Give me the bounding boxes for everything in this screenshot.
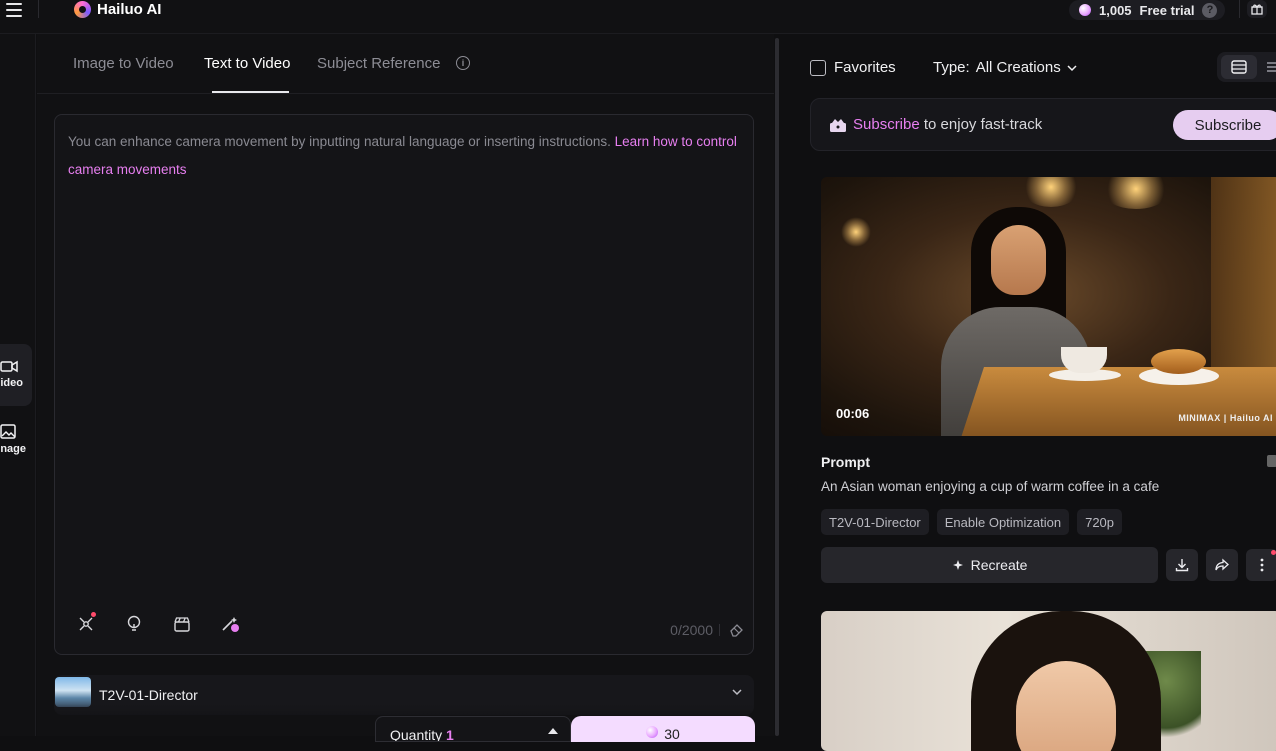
lamp-glow xyxy=(1101,177,1171,209)
card-view-icon[interactable] xyxy=(1221,55,1257,79)
chevron-down-icon xyxy=(1067,64,1077,71)
tab-text-to-video[interactable]: Text to Video xyxy=(204,55,290,72)
character-counter: 0/2000 xyxy=(670,622,713,638)
editor-toolbar xyxy=(75,612,241,635)
tag-model: T2V-01-Director xyxy=(821,509,929,535)
rail-item-video[interactable]: ideo xyxy=(0,344,32,406)
credits-count: 1,005 xyxy=(1099,2,1132,18)
quantity-selector[interactable]: Quantity 1 xyxy=(375,716,571,742)
notification-dot xyxy=(1271,550,1276,555)
eraser-icon[interactable] xyxy=(729,621,745,637)
divider xyxy=(1239,0,1240,18)
brand-name: Hailuo AI xyxy=(97,0,162,18)
divider xyxy=(719,624,720,636)
left-rail: ideo nage xyxy=(0,34,36,736)
rail-item-label: ideo xyxy=(0,377,23,389)
free-trial-label[interactable]: Free trial xyxy=(1140,3,1195,18)
view-toggle xyxy=(1217,52,1276,82)
video-icon xyxy=(0,360,18,373)
tab-image-to-video[interactable]: Image to Video xyxy=(73,55,174,72)
coffee-cup xyxy=(1061,347,1107,373)
prompt-placeholder[interactable]: You can enhance camera movement by input… xyxy=(68,128,748,184)
credits-pill[interactable]: 1,005 Free trial ? xyxy=(1069,0,1226,20)
subject-face xyxy=(991,225,1046,295)
info-icon[interactable]: i xyxy=(456,56,470,70)
model-thumbnail xyxy=(55,677,91,707)
list-view-icon[interactable] xyxy=(1267,61,1276,73)
type-value: All Creations xyxy=(975,59,1061,76)
pastry xyxy=(1151,349,1206,374)
video-thumbnail[interactable] xyxy=(821,611,1276,751)
prompt-text: An Asian woman enjoying a cup of warm co… xyxy=(821,479,1160,494)
download-button[interactable] xyxy=(1166,549,1198,581)
share-button[interactable] xyxy=(1206,549,1238,581)
subscribe-button[interactable]: Subscribe xyxy=(1173,110,1276,140)
create-panel: Image to Video Text to Video Subject Ref… xyxy=(37,34,774,742)
generate-button[interactable]: 30 xyxy=(571,716,755,742)
video-duration: 00:06 xyxy=(836,406,870,421)
prompt-editor[interactable]: You can enhance camera movement by input… xyxy=(54,114,754,655)
panel-scrollbar[interactable] xyxy=(775,38,779,736)
help-icon[interactable]: ? xyxy=(1202,2,1218,18)
subscribe-banner: Subscribe to enjoy fast-track Subscribe xyxy=(810,98,1276,151)
sparkle-icon xyxy=(952,559,963,570)
notification-dot xyxy=(91,612,96,617)
camera-control-icon[interactable] xyxy=(75,612,97,635)
more-vertical-icon xyxy=(1260,558,1264,572)
image-icon xyxy=(0,424,16,439)
gift-box-icon[interactable] xyxy=(1247,0,1267,18)
favorites-filter[interactable]: Favorites xyxy=(810,59,896,76)
brand-logo[interactable]: Hailuo AI xyxy=(74,0,161,18)
lamp-glow xyxy=(1021,177,1081,207)
clapperboard-icon[interactable] xyxy=(171,613,193,635)
placeholder-text: You can enhance camera movement by input… xyxy=(68,134,611,149)
video-thumbnail[interactable]: 00:06 MINIMAX | Hailuo AI xyxy=(821,177,1276,436)
active-tab-indicator xyxy=(212,91,289,93)
top-bar: Hailuo AI 1,005 Free trial ? xyxy=(0,0,1276,34)
gift-icon xyxy=(830,119,846,132)
subject-face xyxy=(1016,661,1116,751)
share-icon xyxy=(1215,558,1229,571)
prompt-heading: Prompt xyxy=(821,454,870,470)
hailuo-logo-icon xyxy=(74,0,91,18)
recreate-button[interactable]: Recreate xyxy=(821,547,1158,583)
copy-icon[interactable] xyxy=(1267,455,1276,467)
rail-item-image[interactable]: nage xyxy=(0,424,32,474)
magic-enhance-icon[interactable] xyxy=(219,613,241,635)
model-name: T2V-01-Director xyxy=(99,687,198,703)
subscribe-rest: to enjoy fast-track xyxy=(923,116,1043,133)
tab-subject-reference[interactable]: Subject Reference xyxy=(317,55,440,72)
chevron-down-icon[interactable] xyxy=(732,687,742,697)
type-label: Type: xyxy=(933,59,970,76)
quantity-label: Quantity xyxy=(390,727,443,742)
download-icon xyxy=(1175,559,1189,572)
watermark: MINIMAX | Hailuo AI xyxy=(1178,413,1273,423)
divider xyxy=(38,0,39,18)
hamburger-menu-icon[interactable] xyxy=(6,3,22,17)
rail-item-label: nage xyxy=(0,443,26,455)
mode-tabs: Image to Video Text to Video Subject Ref… xyxy=(37,34,774,94)
inspiration-bulb-icon[interactable] xyxy=(123,613,145,635)
credit-gem-icon xyxy=(1079,4,1091,16)
creation-tags: T2V-01-Director Enable Optimization 720p xyxy=(821,509,1123,535)
recreate-label: Recreate xyxy=(970,557,1028,573)
tag-resolution: 720p xyxy=(1077,509,1123,535)
subscribe-message: Subscribe to enjoy fast-track xyxy=(853,116,1042,133)
lamp-glow xyxy=(841,217,871,247)
favorites-label: Favorites xyxy=(834,59,896,76)
more-options-button[interactable] xyxy=(1246,549,1276,581)
type-filter[interactable]: Type: All Creations xyxy=(933,59,1077,76)
favorites-checkbox[interactable] xyxy=(810,59,826,76)
generate-cost: 30 xyxy=(664,726,680,742)
quantity-value: 1 xyxy=(446,727,454,742)
creations-panel: Favorites Type: All Creations Subscribe … xyxy=(795,34,1276,751)
chevron-up-icon[interactable] xyxy=(548,728,558,734)
tag-optimization: Enable Optimization xyxy=(936,509,1070,535)
subscribe-accent: Subscribe xyxy=(853,116,920,133)
credit-gem-icon xyxy=(646,726,659,738)
